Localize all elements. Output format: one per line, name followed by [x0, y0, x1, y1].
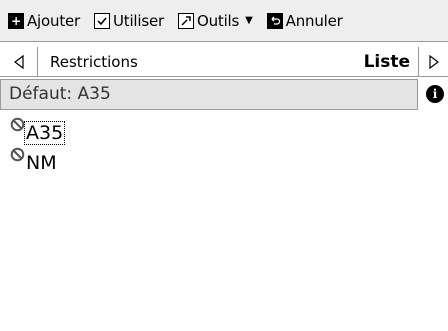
prohibited-icon [10, 117, 25, 132]
view-mode-label[interactable]: Liste [364, 52, 418, 72]
previous-button[interactable] [0, 46, 38, 77]
check-icon [94, 12, 110, 29]
toolbar: + Ajouter Utiliser Outils ▼ Annuler [0, 0, 448, 42]
use-button[interactable]: Utiliser [94, 12, 164, 30]
cancel-button[interactable]: Annuler [266, 11, 343, 30]
chevron-left-icon [13, 54, 24, 69]
default-value-bar: Défaut: A35 [0, 78, 418, 110]
add-button-label: Ajouter [27, 11, 80, 30]
restrictions-list: A35 NM [10, 116, 66, 176]
list-item-label: NM [26, 152, 57, 174]
tools-button-label: Outils [196, 11, 240, 30]
cancel-button-label: Annuler [285, 11, 343, 30]
list-item-label: A35 [23, 121, 66, 145]
next-button[interactable] [418, 46, 448, 77]
info-icon[interactable]: i [426, 85, 444, 103]
add-button[interactable]: + Ajouter [8, 12, 80, 30]
use-button-label: Utiliser [113, 11, 164, 30]
list-item[interactable]: NM [10, 146, 64, 176]
prohibited-icon [10, 147, 25, 162]
undo-icon [266, 12, 283, 29]
tools-icon [177, 12, 194, 29]
chevron-down-icon: ▼ [245, 15, 253, 26]
default-value-text: Défaut: A35 [9, 84, 111, 104]
chevron-right-icon [428, 54, 439, 69]
default-row: Défaut: A35 i [0, 78, 448, 110]
tools-menu-button[interactable]: Outils ▼ [177, 11, 253, 30]
plus-icon: + [8, 12, 24, 29]
nav-title: Restrictions [50, 52, 138, 71]
list-item[interactable]: A35 [10, 116, 66, 146]
navigation-bar: Restrictions Liste [0, 46, 448, 77]
